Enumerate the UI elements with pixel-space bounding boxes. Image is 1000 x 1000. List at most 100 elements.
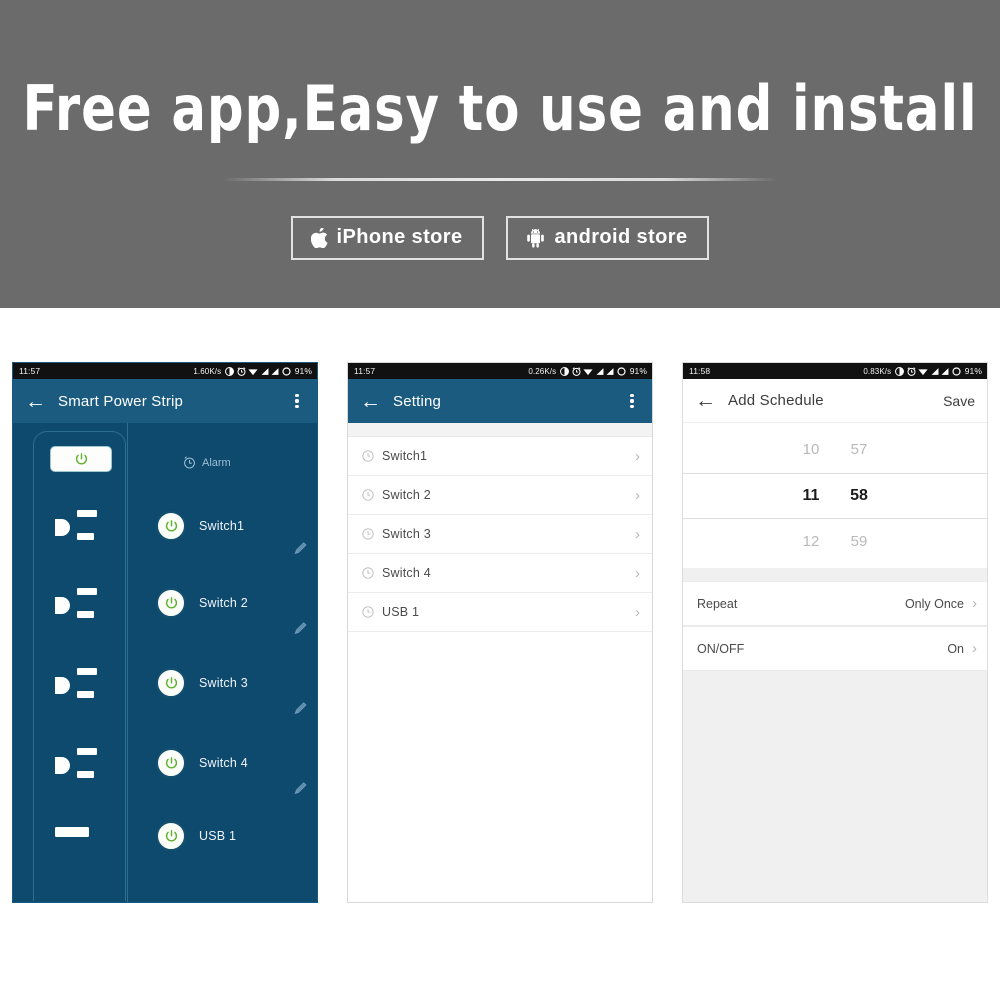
android-icon: [526, 228, 545, 248]
switch-row[interactable]: Switch1: [156, 511, 244, 541]
status-icons: [560, 366, 626, 376]
android-store-label: android store: [554, 226, 688, 248]
back-arrow-icon[interactable]: ←: [360, 391, 386, 412]
signal-icon: [271, 367, 279, 375]
switch-label: Switch 3: [199, 676, 248, 690]
switch-row[interactable]: Switch 3: [156, 668, 248, 698]
outlet-icon: [55, 665, 109, 705]
edit-pencil-icon[interactable]: [294, 541, 308, 555]
edit-pencil-icon[interactable]: [294, 621, 308, 635]
list-item-label: Switch1: [382, 449, 428, 463]
list-item[interactable]: Switch 2 ›: [348, 476, 652, 515]
edit-pencil-icon[interactable]: [294, 781, 308, 795]
switch-label: Switch1: [199, 519, 245, 533]
list-item[interactable]: Switch 4 ›: [348, 554, 652, 593]
overflow-menu-icon[interactable]: [624, 391, 640, 411]
wifi-icon: [918, 368, 928, 375]
repeat-value: Only Once: [904, 596, 964, 611]
switch-power-button[interactable]: [156, 588, 186, 618]
circle-icon: [952, 366, 961, 376]
list-item-label: Switch 3: [382, 527, 431, 541]
app-bar: ← Smart Power Strip: [13, 379, 317, 423]
switch-power-button[interactable]: [156, 511, 186, 541]
switch-row[interactable]: Switch 2: [156, 588, 248, 618]
clock-icon: [362, 528, 374, 540]
switch-power-button[interactable]: [156, 668, 186, 698]
hero-banner: Free app,Easy to use and install iPhone …: [0, 0, 1000, 308]
minute-value-above: 57: [850, 441, 868, 458]
time-picker-row-selected[interactable]: 11 58: [683, 472, 987, 519]
edit-pencil-icon[interactable]: [294, 701, 308, 715]
network-speed: 1.60K/s: [193, 366, 222, 376]
signal-icon: [941, 367, 949, 375]
network-speed: 0.83K/s: [863, 366, 892, 376]
minute-value-selected: 58: [850, 486, 868, 504]
switch-row[interactable]: Switch 4: [156, 748, 248, 778]
list-item-label: Switch 4: [382, 566, 431, 580]
master-power-button[interactable]: [50, 446, 112, 472]
circle-icon: [282, 366, 291, 376]
power-icon: [75, 452, 87, 464]
app-bar: ← Add Schedule Save: [683, 379, 987, 423]
status-bar: 11:57 0.26K/s 91%: [348, 363, 652, 379]
divider: [222, 178, 778, 181]
alarm-indicator[interactable]: Alarm: [183, 456, 231, 469]
switch-label: Switch 4: [199, 756, 248, 770]
vibrate-icon: [895, 366, 905, 376]
signal-icon: [596, 367, 604, 375]
time-picker[interactable]: 10 57 11 58 12 59: [683, 423, 987, 568]
repeat-row[interactable]: Repeat Only Once ›: [683, 581, 987, 626]
chevron-right-icon: ›: [635, 564, 640, 582]
power-strip-screen: Alarm Switch1 Switch 2 Switch 3 Switch 4…: [13, 423, 317, 902]
status-icons: [225, 366, 291, 376]
list-item[interactable]: USB 1 ›: [348, 593, 652, 632]
app-bar-title: Setting: [393, 392, 442, 410]
switch-power-button[interactable]: [156, 821, 186, 851]
store-buttons: iPhone store android store: [290, 216, 710, 260]
setting-screen: Switch1 › Switch 2 › Switch 3 › Switch 4…: [348, 423, 652, 902]
alarm-icon: [572, 366, 581, 376]
time-picker-row-below[interactable]: 12 59: [683, 519, 987, 565]
vibrate-icon: [560, 366, 570, 376]
onoff-row[interactable]: ON/OFF On ›: [683, 626, 987, 671]
signal-icon: [606, 367, 614, 375]
switch-row[interactable]: USB 1: [156, 821, 236, 851]
list-item-label: USB 1: [382, 605, 420, 619]
power-icon: [165, 596, 177, 608]
back-arrow-icon[interactable]: ←: [695, 390, 721, 411]
outlet-icon: [55, 585, 109, 625]
overflow-menu-icon[interactable]: [289, 391, 305, 411]
section-gap: [348, 423, 652, 437]
time-picker-row-above[interactable]: 10 57: [683, 427, 987, 473]
alarm-icon: [237, 366, 246, 376]
circle-icon: [617, 366, 626, 376]
minute-value-below: 59: [850, 533, 868, 550]
power-icon: [165, 829, 177, 841]
app-bar: ← Setting: [348, 379, 652, 423]
switch-power-button[interactable]: [156, 748, 186, 778]
alarm-icon: [907, 366, 916, 376]
clock-icon: [362, 606, 374, 618]
back-arrow-icon[interactable]: ←: [25, 391, 51, 412]
list-item[interactable]: Switch1 ›: [348, 437, 652, 476]
android-store-button[interactable]: android store: [506, 216, 710, 260]
outlet-icon: [55, 507, 109, 547]
battery-level: 91%: [629, 366, 647, 376]
signal-icon: [261, 367, 269, 375]
page-title: Free app,Easy to use and install: [22, 72, 978, 145]
wifi-icon: [583, 368, 593, 375]
iphone-store-button[interactable]: iPhone store: [290, 216, 485, 260]
chevron-right-icon: ›: [635, 447, 640, 465]
status-icons: [895, 366, 961, 376]
battery-level: 91%: [294, 366, 312, 376]
iphone-store-label: iPhone store: [336, 226, 463, 248]
list-item[interactable]: Switch 3 ›: [348, 515, 652, 554]
switch-label: Switch 2: [199, 596, 248, 610]
onoff-label: ON/OFF: [697, 641, 745, 656]
onoff-value: On: [947, 641, 964, 656]
status-time: 11:57: [354, 366, 376, 376]
hour-value-below: 12: [802, 533, 820, 550]
save-button[interactable]: Save: [943, 393, 975, 409]
signal-icon: [931, 367, 939, 375]
chevron-right-icon: ›: [635, 603, 640, 621]
